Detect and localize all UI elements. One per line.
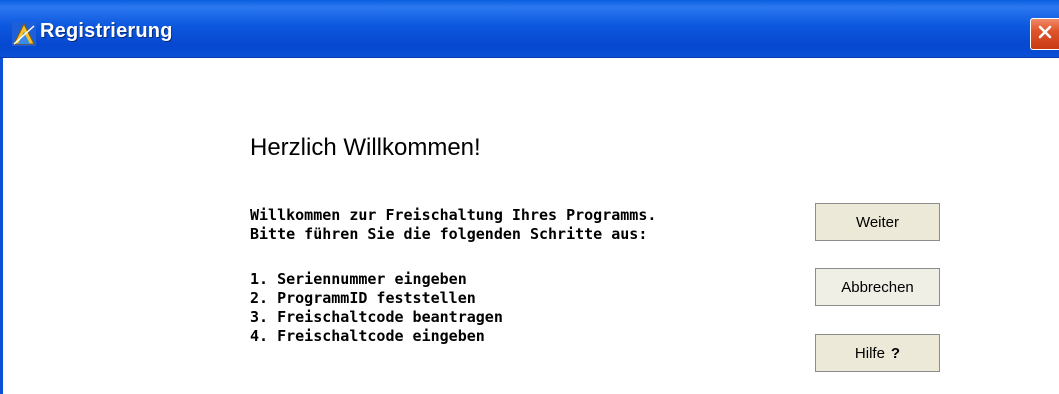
- step-item: 3. Freischaltcode beantragen: [250, 308, 503, 326]
- cancel-button[interactable]: Abbrechen: [815, 268, 940, 306]
- registration-app-icon: [12, 22, 36, 46]
- close-button[interactable]: [1030, 18, 1059, 50]
- step-item: 1. Seriennummer eingeben: [250, 270, 467, 288]
- steps-list: 1. Seriennummer eingeben 2. ProgrammID f…: [250, 270, 503, 346]
- help-question-icon: ?: [890, 344, 901, 362]
- window-title: Registrierung: [40, 20, 173, 42]
- title-bar[interactable]: Registrierung: [0, 0, 1059, 58]
- step-item: 4. Freischaltcode eingeben: [250, 327, 485, 345]
- next-button[interactable]: Weiter: [815, 203, 940, 241]
- intro-line: Bitte führen Sie die folgenden Schritte …: [250, 225, 648, 243]
- intro-line: Willkommen zur Freischaltung Ihres Progr…: [250, 206, 657, 224]
- cancel-button-label: Abbrechen: [841, 278, 914, 296]
- welcome-heading: Herzlich Willkommen!: [250, 134, 481, 161]
- intro-text: Willkommen zur Freischaltung Ihres Progr…: [250, 206, 656, 244]
- help-button[interactable]: Hilfe ?: [815, 334, 940, 372]
- registration-window: Registrierung Herzlich Willkommen! Willk…: [0, 0, 1059, 394]
- close-x-icon: [1037, 24, 1053, 44]
- step-item: 2. ProgrammID feststellen: [250, 289, 476, 307]
- window-left-border: [0, 58, 3, 394]
- help-button-label: Hilfe: [854, 344, 885, 362]
- next-button-label: Weiter: [855, 213, 900, 231]
